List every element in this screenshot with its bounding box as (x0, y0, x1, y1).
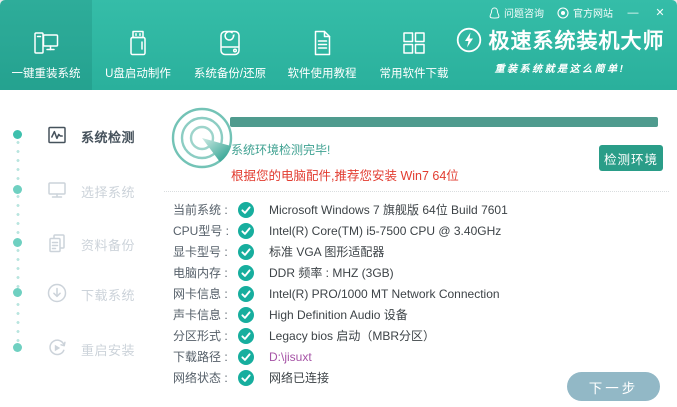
info-value: Intel(R) PRO/1000 MT Network Connection (269, 286, 500, 301)
info-value: 网络已连接 (269, 371, 330, 385)
support-link[interactable]: 问题咨询 (489, 5, 544, 20)
tab-label: 常用软件下载 (379, 68, 449, 80)
progress-fill (230, 117, 658, 127)
tab-label: U盘启动制作 (105, 68, 171, 80)
sidebar-item-label: 选择系统 (81, 185, 136, 200)
sidebar-item-restart-install[interactable]: 重启安装 (0, 328, 160, 368)
app-tagline: 重装系统就是这么简单! (494, 64, 626, 75)
sidebar-item-label: 系统检测 (81, 130, 136, 145)
sidebar-item-label: 重启安装 (81, 343, 136, 358)
info-row-current-os: 当前系统 : Microsoft Windows 7 旗舰版 64位 Build… (173, 199, 673, 220)
tab-software-tutorial[interactable]: 软件使用教程 (276, 0, 368, 90)
check-circle-icon (238, 306, 254, 323)
info-label: 分区形式 : (173, 329, 228, 343)
close-button[interactable]: ✕ (653, 6, 667, 19)
tab-label: 系统备份/还原 (193, 68, 267, 80)
info-label: 显卡型号 : (173, 245, 228, 259)
info-label: 当前系统 : (173, 203, 228, 217)
download-path-link[interactable]: D:\jisuxt (269, 350, 312, 364)
status-text: 系统环境检测完毕! (231, 143, 331, 157)
minimize-button[interactable]: — (626, 7, 640, 19)
info-label: 下载路径 : (173, 350, 228, 364)
header: 问题咨询 官方网站 — ✕ 一键重装系统 U盘启动制作 系统备份/还原 软件使用… (0, 0, 677, 90)
sidebar-item-system-check[interactable]: 系统检测 (0, 115, 160, 155)
info-label: 电脑内存 : (173, 266, 228, 280)
check-circle-icon (238, 285, 254, 302)
data-backup-icon (46, 232, 68, 254)
info-row-partition: 分区形式 : Legacy bios 启动（MBR分区） (173, 325, 673, 346)
tab-system-backup-restore[interactable]: 系统备份/还原 (184, 0, 276, 90)
next-step-button[interactable]: 下一步 (567, 372, 660, 401)
sidebar-item-label: 资料备份 (81, 238, 136, 253)
tab-label: 软件使用教程 (287, 68, 357, 80)
sidebar: 系统检测 选择系统 资料备份 下载系统 重启安装 (0, 90, 160, 407)
check-circle-icon (238, 369, 254, 386)
app-window: 问题咨询 官方网站 — ✕ 一键重装系统 U盘启动制作 系统备份/还原 软件使用… (0, 0, 677, 407)
progress-bar (230, 117, 658, 127)
system-info-list: 当前系统 : Microsoft Windows 7 旗舰版 64位 Build… (173, 199, 673, 388)
step-dot (13, 343, 22, 352)
dotted-separator (164, 191, 669, 192)
info-label: CPU型号 : (173, 224, 230, 238)
grid-icon (403, 32, 425, 54)
info-value: 标准 VGA 图形适配器 (269, 245, 385, 259)
globe-icon (557, 6, 569, 19)
topbar: 问题咨询 官方网站 — ✕ (489, 5, 667, 20)
step-dot (13, 185, 22, 194)
main-panel: 系统环境检测完毕! 检测环境 根据您的电脑配件,推荐您安装 Win7 64位 当… (160, 90, 677, 407)
drive-backup-icon (220, 30, 240, 56)
tab-usb-boot-maker[interactable]: U盘启动制作 (92, 0, 184, 90)
system-check-icon (46, 124, 68, 146)
step-dot (13, 238, 22, 247)
restart-icon (46, 337, 68, 359)
usb-drive-icon (130, 30, 146, 56)
info-value: High Definition Audio 设备 (269, 308, 408, 322)
info-value: Microsoft Windows 7 旗舰版 64位 Build 7601 (269, 203, 508, 217)
info-value: Intel(R) Core(TM) i5-7500 CPU @ 3.40GHz (269, 223, 502, 238)
tab-common-software-download[interactable]: 常用软件下载 (368, 0, 460, 90)
app-logo: 极速系统装机大师 重装系统就是这么简单! (449, 25, 671, 75)
sidebar-item-select-system[interactable]: 选择系统 (0, 170, 160, 210)
info-value: DDR 频率 : MHZ (3GB) (269, 266, 394, 280)
check-circle-icon (238, 243, 254, 260)
sidebar-item-label: 下载系统 (81, 288, 136, 303)
info-row-memory: 电脑内存 : DDR 频率 : MHZ (3GB) (173, 262, 673, 283)
check-circle-icon (238, 348, 254, 365)
tab-label: 一键重装系统 (11, 68, 81, 80)
select-system-icon (46, 179, 68, 201)
website-link[interactable]: 官方网站 (557, 5, 613, 20)
sidebar-item-data-backup[interactable]: 资料备份 (0, 223, 160, 263)
info-row-cpu: CPU型号 : Intel(R) Core(TM) i5-7500 CPU @ … (173, 220, 673, 241)
info-label: 网卡信息 : (173, 287, 228, 301)
check-circle-icon (238, 222, 254, 239)
tab-reinstall-system[interactable]: 一键重装系统 (0, 0, 92, 90)
website-link-label: 官方网站 (573, 9, 613, 20)
app-title: 极速系统装机大师 (488, 30, 665, 53)
check-circle-icon (238, 327, 254, 344)
step-dot (13, 130, 22, 139)
radar-scan-icon (171, 107, 233, 169)
info-label: 网络状态 : (173, 371, 228, 385)
info-row-download-path: 下载路径 : D:\jisuxt (173, 346, 673, 367)
info-value: Legacy bios 启动（MBR分区） (269, 329, 436, 343)
info-label: 声卡信息 : (173, 308, 228, 322)
recommend-text: 根据您的电脑配件,推荐您安装 Win7 64位 (231, 169, 459, 183)
info-row-network-card: 网卡信息 : Intel(R) PRO/1000 MT Network Conn… (173, 283, 673, 304)
nav-tabs: 一键重装系统 U盘启动制作 系统备份/还原 软件使用教程 常用软件下载 (0, 0, 460, 90)
check-circle-icon (238, 201, 254, 218)
sidebar-item-download-system[interactable]: 下载系统 (0, 273, 160, 313)
computer-icon (34, 32, 59, 54)
qq-penguin-icon (489, 6, 500, 19)
step-dot (13, 288, 22, 297)
detect-environment-button[interactable]: 检测环境 (599, 145, 663, 171)
info-row-sound-card: 声卡信息 : High Definition Audio 设备 (173, 304, 673, 325)
download-icon (46, 282, 68, 304)
lightning-bolt-icon (456, 27, 481, 53)
support-link-label: 问题咨询 (504, 9, 544, 20)
info-row-gpu: 显卡型号 : 标准 VGA 图形适配器 (173, 241, 673, 262)
document-icon (314, 30, 331, 56)
check-circle-icon (238, 264, 254, 281)
